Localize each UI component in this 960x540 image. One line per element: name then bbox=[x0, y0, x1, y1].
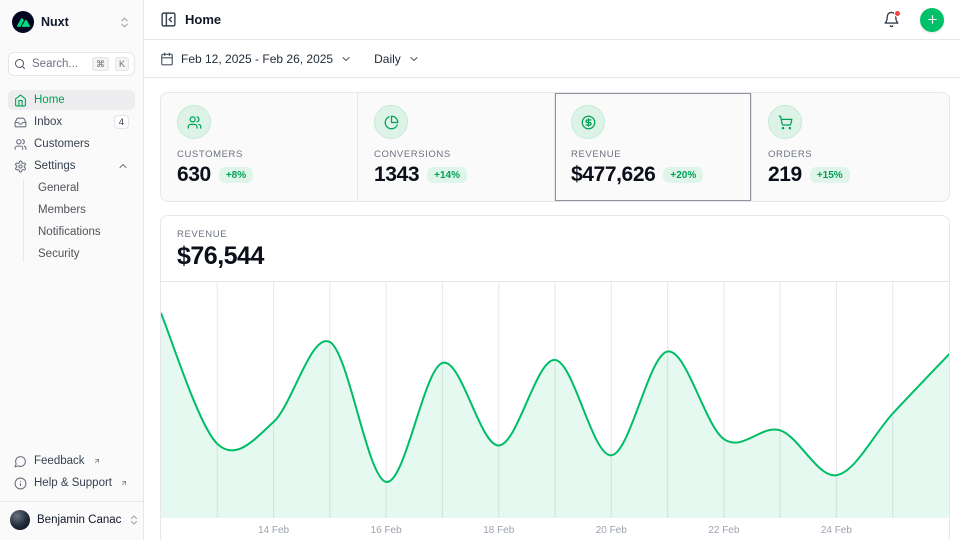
add-button[interactable] bbox=[920, 8, 944, 32]
chevrons-up-down-icon bbox=[118, 16, 131, 29]
kbd-meta: ⌘ bbox=[92, 57, 109, 72]
external-link-icon bbox=[120, 479, 128, 487]
user-name: Benjamin Canac bbox=[37, 514, 121, 526]
notifications-bell-icon[interactable] bbox=[883, 11, 900, 28]
stat-value: 630 bbox=[177, 163, 211, 187]
x-axis-tick: 14 Feb bbox=[258, 525, 289, 536]
stat-card-conversions[interactable]: CONVERSIONS 1343 +14% bbox=[358, 93, 555, 201]
main-area: Home Feb 12, 2025 - Feb 26, 2025 Daily bbox=[144, 0, 960, 540]
stat-value: 219 bbox=[768, 163, 802, 187]
chart-value: $76,544 bbox=[177, 242, 933, 271]
users-icon bbox=[177, 105, 211, 139]
sidebar-item-settings[interactable]: Settings bbox=[8, 156, 135, 176]
x-axis-tick: 22 Feb bbox=[708, 525, 739, 536]
pie-chart-icon bbox=[374, 105, 408, 139]
search-icon bbox=[14, 58, 26, 70]
external-link-icon bbox=[93, 457, 101, 465]
date-range-picker[interactable]: Feb 12, 2025 - Feb 26, 2025 bbox=[160, 52, 352, 66]
chevrons-up-down-icon bbox=[128, 514, 140, 526]
search-input[interactable]: Search... ⌘ K bbox=[8, 52, 135, 76]
message-bubble-icon bbox=[14, 455, 27, 468]
content: CUSTOMERS 630 +8% CONVERSIONS 1343 +14% bbox=[144, 78, 960, 540]
sidebar: Nuxt Search... ⌘ K Home bbox=[0, 0, 144, 540]
sidebar-item-notifications[interactable]: Notifications bbox=[34, 222, 135, 242]
calendar-icon bbox=[160, 52, 174, 66]
sidebar-item-home[interactable]: Home bbox=[8, 90, 135, 110]
delta-badge: +20% bbox=[663, 167, 703, 183]
kbd-k: K bbox=[115, 57, 129, 72]
home-icon bbox=[14, 94, 27, 107]
stat-card-orders[interactable]: ORDERS 219 +15% bbox=[752, 93, 949, 201]
delta-badge: +15% bbox=[810, 167, 850, 183]
delta-badge: +14% bbox=[427, 167, 467, 183]
sidebar-item-general[interactable]: General bbox=[34, 178, 135, 198]
chevron-down-icon bbox=[340, 53, 352, 65]
gear-icon bbox=[14, 160, 27, 173]
x-axis-tick: 18 Feb bbox=[483, 525, 514, 536]
inbox-icon bbox=[14, 116, 27, 129]
inbox-count-badge: 4 bbox=[114, 115, 129, 129]
granularity-select[interactable]: Daily bbox=[374, 52, 420, 66]
top-bar: Home bbox=[144, 0, 960, 40]
sidebar-item-help-support[interactable]: Help & Support bbox=[8, 473, 135, 493]
sidebar-item-inbox[interactable]: Inbox 4 bbox=[8, 112, 135, 132]
notification-dot bbox=[894, 10, 901, 17]
revenue-chart-card: REVENUE $76,544 14 Feb 16 Feb 18 Feb 20 Feb… bbox=[160, 215, 950, 540]
sidebar-footer: Feedback Help & Support bbox=[8, 451, 135, 493]
app-window: Nuxt Search... ⌘ K Home bbox=[0, 0, 960, 540]
x-axis-tick: 24 Feb bbox=[821, 525, 852, 536]
revenue-chart-svg[interactable]: 14 Feb 16 Feb 18 Feb 20 Feb 22 Feb 24 Feb bbox=[161, 282, 949, 540]
chart-header: REVENUE $76,544 bbox=[161, 216, 949, 282]
stat-value: 1343 bbox=[374, 163, 419, 187]
dollar-circle-icon bbox=[571, 105, 605, 139]
user-menu[interactable]: Benjamin Canac bbox=[0, 501, 143, 532]
stat-card-revenue[interactable]: REVENUE $477,626 +20% bbox=[555, 93, 752, 201]
delta-badge: +8% bbox=[219, 167, 253, 183]
search-placeholder: Search... bbox=[32, 58, 86, 70]
stats-row: CUSTOMERS 630 +8% CONVERSIONS 1343 +14% bbox=[160, 92, 950, 202]
sidebar-nav: Home Inbox 4 Customers Settings bbox=[8, 90, 135, 264]
sidebar-item-customers[interactable]: Customers bbox=[8, 134, 135, 154]
chart-label: REVENUE bbox=[177, 229, 933, 240]
collapse-sidebar-icon[interactable] bbox=[160, 11, 177, 28]
x-axis-tick: 20 Feb bbox=[596, 525, 627, 536]
team-switcher[interactable]: Nuxt bbox=[8, 8, 135, 36]
user-avatar bbox=[10, 510, 30, 530]
filters-toolbar: Feb 12, 2025 - Feb 26, 2025 Daily bbox=[144, 40, 960, 78]
stat-value: $477,626 bbox=[571, 163, 655, 187]
shopping-cart-icon bbox=[768, 105, 802, 139]
sidebar-item-members[interactable]: Members bbox=[34, 200, 135, 220]
users-icon bbox=[14, 138, 27, 151]
team-name: Nuxt bbox=[41, 15, 111, 29]
sidebar-item-feedback[interactable]: Feedback bbox=[8, 451, 135, 471]
x-axis-tick: 16 Feb bbox=[371, 525, 402, 536]
stat-card-customers[interactable]: CUSTOMERS 630 +8% bbox=[161, 93, 358, 201]
sidebar-item-security[interactable]: Security bbox=[34, 244, 135, 264]
nuxt-logo-icon bbox=[12, 11, 34, 33]
settings-subnav: General Members Notifications Security bbox=[23, 178, 135, 264]
chevron-down-icon bbox=[408, 53, 420, 65]
page-title: Home bbox=[185, 12, 875, 27]
chevron-up-icon bbox=[117, 160, 129, 172]
info-circle-icon bbox=[14, 477, 27, 490]
